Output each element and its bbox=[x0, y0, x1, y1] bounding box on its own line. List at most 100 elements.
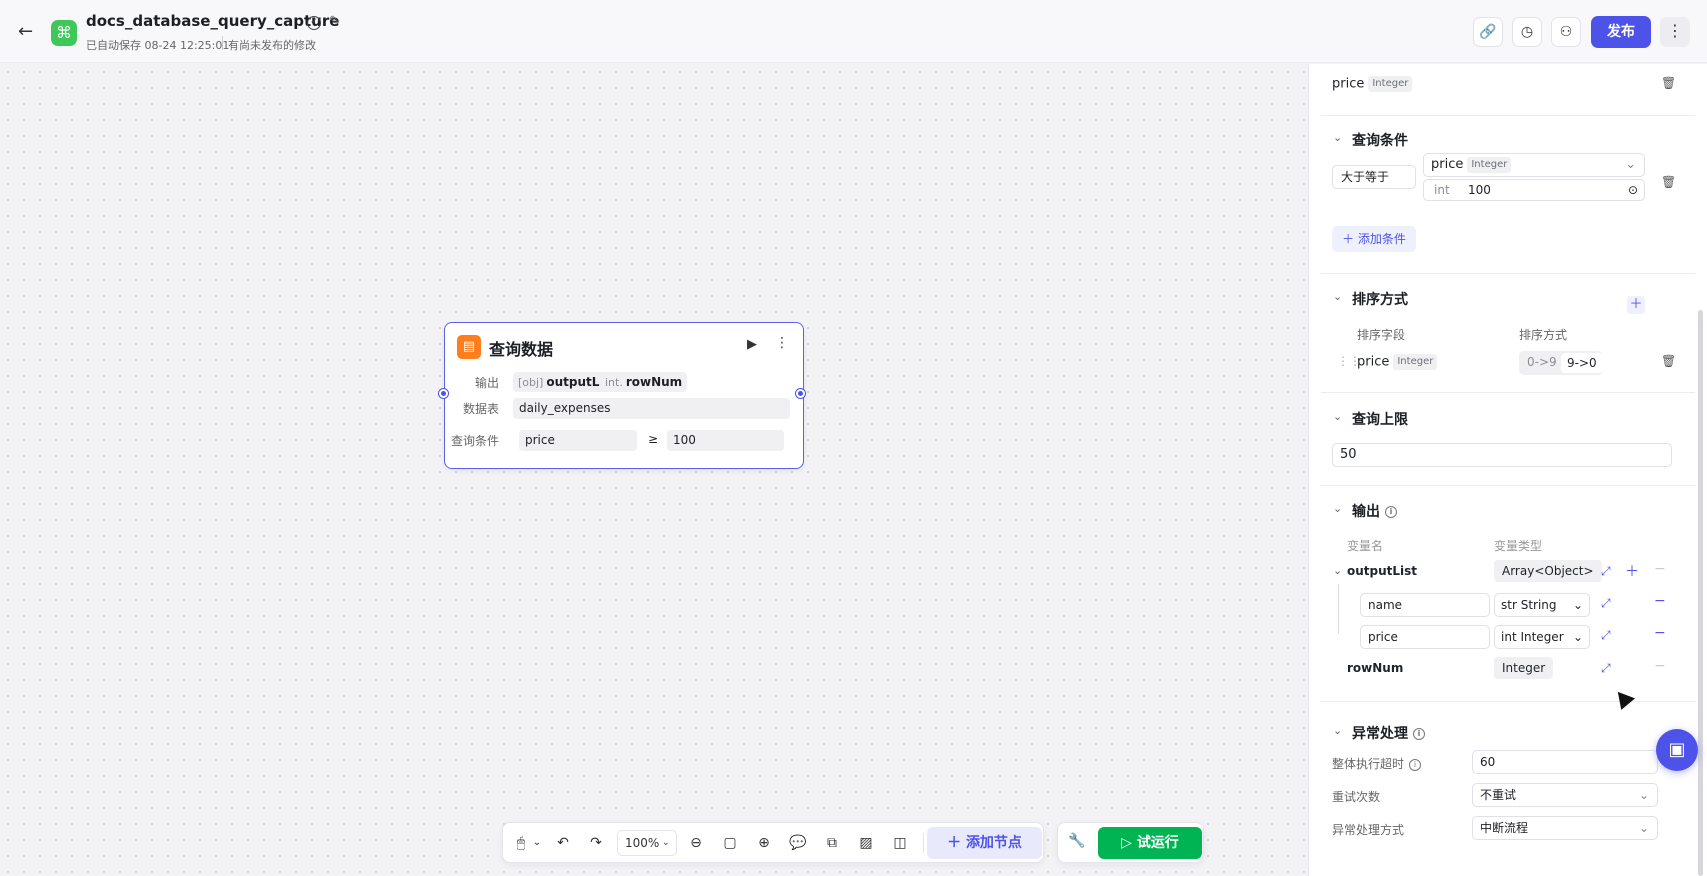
output-type-prefix: [obj] bbox=[518, 376, 544, 389]
sort-order-toggle[interactable]: 0->9 9->0 bbox=[1519, 351, 1603, 375]
zoom-select[interactable]: 100% ⌄ bbox=[617, 830, 677, 856]
output-list-name: outputList bbox=[1347, 564, 1418, 578]
try-run-button[interactable]: ▷ 试运行 bbox=[1098, 827, 1202, 859]
chevron-down-icon[interactable]: ⌄ bbox=[1333, 290, 1342, 303]
condition-field-name: price bbox=[1431, 157, 1464, 172]
error-title-text: 异常处理 bbox=[1352, 726, 1408, 742]
wrench-icon[interactable]: 🔧 bbox=[1068, 833, 1085, 849]
limit-value: 50 bbox=[1340, 447, 1357, 462]
expand-icon[interactable]: ⤢ bbox=[1601, 596, 1611, 611]
query-data-node[interactable]: ▤ 查询数据 ▶ ⋮ 输出 [obj] outputList int. rowNum… bbox=[439, 322, 805, 469]
minimap-icon[interactable]: ◫ bbox=[890, 833, 910, 853]
minus-icon[interactable]: − bbox=[1654, 593, 1666, 609]
section-divider bbox=[1321, 485, 1695, 486]
limit-title: 查询上限 bbox=[1352, 412, 1408, 428]
minus-icon: − bbox=[1654, 658, 1666, 674]
child-name-input[interactable]: name bbox=[1360, 593, 1490, 617]
link-icon[interactable]: 🔗 bbox=[1473, 17, 1503, 47]
image-icon[interactable]: ▨ bbox=[856, 833, 876, 853]
add-sort-plus-icon[interactable]: ＋ bbox=[1627, 296, 1645, 314]
canvas-toolbar: 🖱 ⌄ ↶ ↷ 100% ⌄ ⊖ ▢ ⊕ 💬 ⧉ ▨ ◫ ＋ 添加节点 bbox=[502, 822, 1044, 863]
timeout-input[interactable]: 60 bbox=[1472, 750, 1658, 774]
condition-operator: ≥ bbox=[648, 432, 659, 446]
back-arrow-icon[interactable]: ← bbox=[18, 22, 38, 42]
chevron-down-icon[interactable]: ⌄ bbox=[1333, 131, 1342, 144]
condition-field-select[interactable]: price Integer ⌄ bbox=[1423, 153, 1645, 177]
condition-value-input[interactable]: int 100 ⊙ bbox=[1423, 179, 1645, 201]
chevron-down-icon: ⌄ bbox=[1572, 630, 1583, 644]
query-condition-title: 查询条件 bbox=[1352, 133, 1408, 149]
expand-icon[interactable]: ⤢ bbox=[1601, 564, 1611, 579]
section-divider bbox=[1321, 701, 1695, 702]
workflow-canvas[interactable]: ▤ 查询数据 ▶ ⋮ 输出 [obj] outputList int. rowNum… bbox=[0, 64, 1308, 876]
info-icon[interactable]: i bbox=[1413, 728, 1425, 740]
panel-scrollbar[interactable] bbox=[1698, 310, 1703, 876]
publish-button[interactable]: 发布 bbox=[1591, 16, 1651, 48]
redo-icon[interactable]: ↷ bbox=[586, 833, 606, 853]
edit-pencil-icon[interactable]: ✎ bbox=[329, 14, 340, 29]
trash-icon[interactable]: 🗑 bbox=[1661, 175, 1676, 189]
error-mode-select[interactable]: 中断流程 ⌄ bbox=[1472, 816, 1658, 840]
expand-icon[interactable]: ⤢ bbox=[1601, 628, 1611, 643]
run-toolbar: 🔧 ▷ 试运行 bbox=[1057, 822, 1204, 863]
add-condition-button[interactable]: ＋ 添加条件 bbox=[1332, 226, 1416, 252]
info-icon[interactable]: i bbox=[1385, 506, 1397, 518]
table-value: daily_expenses bbox=[513, 398, 790, 419]
try-run-label: 试运行 bbox=[1136, 835, 1179, 851]
unpublished-status: 有尚未发布的修改 bbox=[228, 39, 316, 52]
chevron-down-icon[interactable]: ⌄ bbox=[1333, 410, 1342, 423]
user-icon[interactable]: ⚇ bbox=[1551, 17, 1581, 47]
app-logo-icon: ⌘ bbox=[51, 20, 77, 46]
info-icon[interactable]: i bbox=[1409, 758, 1422, 771]
child-type-select[interactable]: int Integer ⌄ bbox=[1494, 625, 1590, 649]
output-port[interactable] bbox=[796, 389, 805, 398]
minus-icon[interactable]: − bbox=[1654, 625, 1666, 641]
child-name-input[interactable]: price bbox=[1360, 625, 1490, 649]
chevron-down-icon[interactable]: ⌄ bbox=[1333, 502, 1342, 515]
sort-asc-option[interactable]: 0->9 bbox=[1527, 355, 1557, 369]
operator-select[interactable]: 大于等于 bbox=[1332, 165, 1416, 189]
assistant-float-icon[interactable]: ▣ bbox=[1656, 729, 1698, 771]
zoom-out-icon[interactable]: ⊖ bbox=[686, 833, 706, 853]
zoom-value: 100% bbox=[625, 836, 660, 850]
auto-layout-icon[interactable]: ⧉ bbox=[822, 833, 842, 853]
child-name: price bbox=[1368, 630, 1398, 644]
add-node-button[interactable]: ＋ 添加节点 bbox=[927, 827, 1042, 859]
node-title: 查询数据 bbox=[489, 340, 554, 359]
child-type-select[interactable]: str String ⌄ bbox=[1494, 593, 1590, 617]
play-icon[interactable]: ▶ bbox=[747, 337, 757, 352]
variable-ref-icon[interactable]: ⊙ bbox=[1628, 180, 1638, 200]
var-type-header: 变量类型 bbox=[1494, 539, 1543, 553]
zoom-in-icon[interactable]: ⊕ bbox=[754, 833, 774, 853]
field-name: price bbox=[1332, 76, 1365, 92]
chevron-down-icon[interactable]: ⌄ bbox=[1333, 724, 1342, 737]
expand-icon[interactable]: ⤢ bbox=[1601, 661, 1611, 676]
chevron-down-icon: ⌄ bbox=[1572, 598, 1583, 612]
trash-icon[interactable]: 🗑 bbox=[1661, 76, 1676, 90]
trash-icon[interactable]: 🗑 bbox=[1661, 354, 1676, 368]
add-child-plus-icon[interactable]: ＋ bbox=[1625, 561, 1639, 581]
chevron-down-icon[interactable]: ⌄ bbox=[527, 833, 547, 853]
value-type-label: int bbox=[1434, 183, 1450, 197]
table-label: 数据表 bbox=[462, 402, 499, 416]
undo-icon[interactable]: ↶ bbox=[553, 833, 573, 853]
more-vertical-icon[interactable]: ⋮ bbox=[1660, 17, 1690, 47]
section-divider bbox=[1321, 273, 1695, 274]
error-mode-label: 异常处理方式 bbox=[1332, 823, 1405, 837]
child-type: int Integer bbox=[1501, 630, 1564, 644]
fit-view-icon[interactable]: ▢ bbox=[720, 833, 740, 853]
chevron-down-icon[interactable]: ⌄ bbox=[1333, 564, 1342, 577]
header-divider bbox=[222, 36, 223, 50]
toolbar-divider bbox=[923, 833, 924, 853]
row-num-type: Integer bbox=[1494, 657, 1554, 679]
condition-value: 100 bbox=[667, 430, 784, 451]
comment-icon[interactable]: 💬 bbox=[788, 833, 808, 853]
sort-desc-option[interactable]: 9->0 bbox=[1561, 353, 1603, 373]
limit-input[interactable]: 50 bbox=[1332, 443, 1672, 467]
retry-select[interactable]: 不重试 ⌄ bbox=[1472, 783, 1658, 807]
error-mode-value: 中断流程 bbox=[1480, 821, 1529, 835]
more-vertical-icon[interactable]: ⋮ bbox=[775, 335, 789, 351]
history-icon[interactable]: ◷ bbox=[1512, 17, 1542, 47]
sort-title: 排序方式 bbox=[1352, 292, 1408, 308]
chevron-down-icon: ⌄ bbox=[661, 837, 670, 848]
